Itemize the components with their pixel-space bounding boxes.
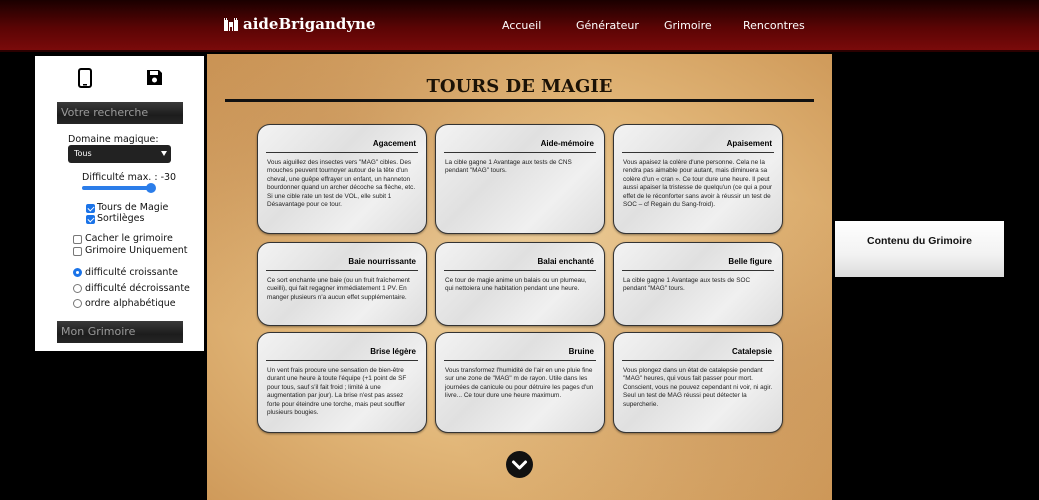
radio-difficulty-desc[interactable] [73,284,82,293]
checkbox-hide-grimoire[interactable] [73,235,82,244]
nav-rencontres[interactable]: Rencontres [743,19,805,32]
spell-card-title: Agacement [372,139,416,148]
grimoire-contents-title: Contenu du Grimoire [867,235,972,247]
sort-asc-label: difficulté croissante [85,267,179,278]
spell-card[interactable]: Apaisement Vous apaisez la colère d'une … [613,124,783,234]
spell-card-text: Ce sort enchante une baie (ou un fruit f… [267,277,410,301]
card-divider [444,270,596,271]
spell-card-text: La cible gagne 1 Avantage aux tests de S… [623,277,751,293]
domain-select-value: Tous [74,149,92,158]
domain-select[interactable]: Tous [68,145,171,163]
title-divider [225,99,814,102]
smartphone-icon[interactable] [78,68,94,88]
radio-alphabetical[interactable] [73,299,82,308]
card-divider [444,360,596,361]
spell-list-panel: TOURS DE MAGIE Agacement Vous aiguillez … [207,54,832,500]
nav-grimoire[interactable]: Grimoire [664,19,712,32]
spell-card-title: Bruine [568,347,594,356]
spell-card-text: La cible gagne 1 Avantage aux tests de C… [445,159,572,175]
spell-card-text: Vous aiguillez des insectes vers "MAG" c… [267,159,416,209]
grimoire-only-label: Grimoire Uniquement [85,245,188,256]
checkbox-sortileges[interactable] [86,215,95,224]
nav-accueil[interactable]: Accueil [502,19,541,32]
difficulty-label: Difficulté max. : -30 [82,172,177,183]
sort-desc-label: difficulté décroissante [85,283,190,294]
chevron-down-icon [512,460,527,470]
hide-grimoire-label: Cacher le grimoire [85,233,173,244]
spell-card[interactable]: Belle figure La cible gagne 1 Avantage a… [613,242,783,326]
spell-card-text: Un vent frais procure une sensation de b… [267,367,407,417]
domain-label: Domaine magique: [68,134,159,145]
search-sidebar: Votre recherche Domaine magique: Tous Di… [35,56,204,351]
slider-handle[interactable] [146,183,156,193]
checkbox-tours-label: Tours de Magie [97,202,169,213]
spell-card[interactable]: Bruine Vous transformez l'humidité de l'… [435,332,605,433]
spell-card[interactable]: Catalepsie Vous plongez dans un état de … [613,332,783,433]
grimoire-contents-panel[interactable]: Contenu du Grimoire [835,221,1004,277]
spell-card-text: Vous plongez dans un état de catalepsie … [623,367,773,408]
card-divider [622,152,774,153]
spell-card[interactable]: Agacement Vous aiguillez des insectes ve… [257,124,427,234]
spell-card[interactable]: Aide-mémoire La cible gagne 1 Avantage a… [435,124,605,234]
nav-generateur[interactable]: Générateur [576,19,639,32]
main-nav: Accueil Générateur Grimoire Rencontres [0,19,1039,33]
page-title: TOURS DE MAGIE [426,76,613,97]
spell-card-title: Baie nourrissante [348,257,416,266]
spell-card-text: Vous transformez l'humidité de l'air en … [445,367,594,400]
radio-difficulty-asc[interactable] [73,268,82,277]
spell-card-title: Belle figure [728,257,772,266]
top-navbar: aideBrigandyne Accueil Générateur Grimoi… [0,0,1039,52]
spell-card[interactable]: Baie nourrissante Ce sort enchante une b… [257,242,427,326]
spell-card-title: Aide-mémoire [540,139,594,148]
chevron-down-icon [161,151,167,156]
load-more-button[interactable] [506,451,533,478]
spell-card[interactable]: Balai enchanté Ce tour de magie anime un… [435,242,605,326]
checkbox-grimoire-only[interactable] [73,247,82,256]
card-divider [266,152,418,153]
search-header[interactable]: Votre recherche [57,102,183,124]
sort-alpha-label: ordre alphabétique [85,298,176,309]
spell-card[interactable]: Brise légère Un vent frais procure une s… [257,332,427,433]
card-divider [622,270,774,271]
spell-card-title: Balai enchanté [537,257,594,266]
card-divider [266,270,418,271]
card-divider [622,360,774,361]
spell-card-text: Vous apaisez la colère d'une personne. C… [623,159,773,209]
card-divider [266,360,418,361]
checkbox-tours[interactable] [86,204,95,213]
difficulty-slider[interactable] [82,183,156,193]
card-divider [444,152,596,153]
spell-card-title: Catalepsie [731,347,772,356]
spell-card-title: Brise légère [370,347,416,356]
grimoire-header[interactable]: Mon Grimoire [57,321,183,343]
spell-card-title: Apaisement [726,139,772,148]
spell-card-text: Ce tour de magie anime un balais ou un p… [445,277,587,293]
checkbox-sortileges-label: Sortilèges [97,213,145,224]
floppy-disk-icon[interactable] [146,69,162,89]
